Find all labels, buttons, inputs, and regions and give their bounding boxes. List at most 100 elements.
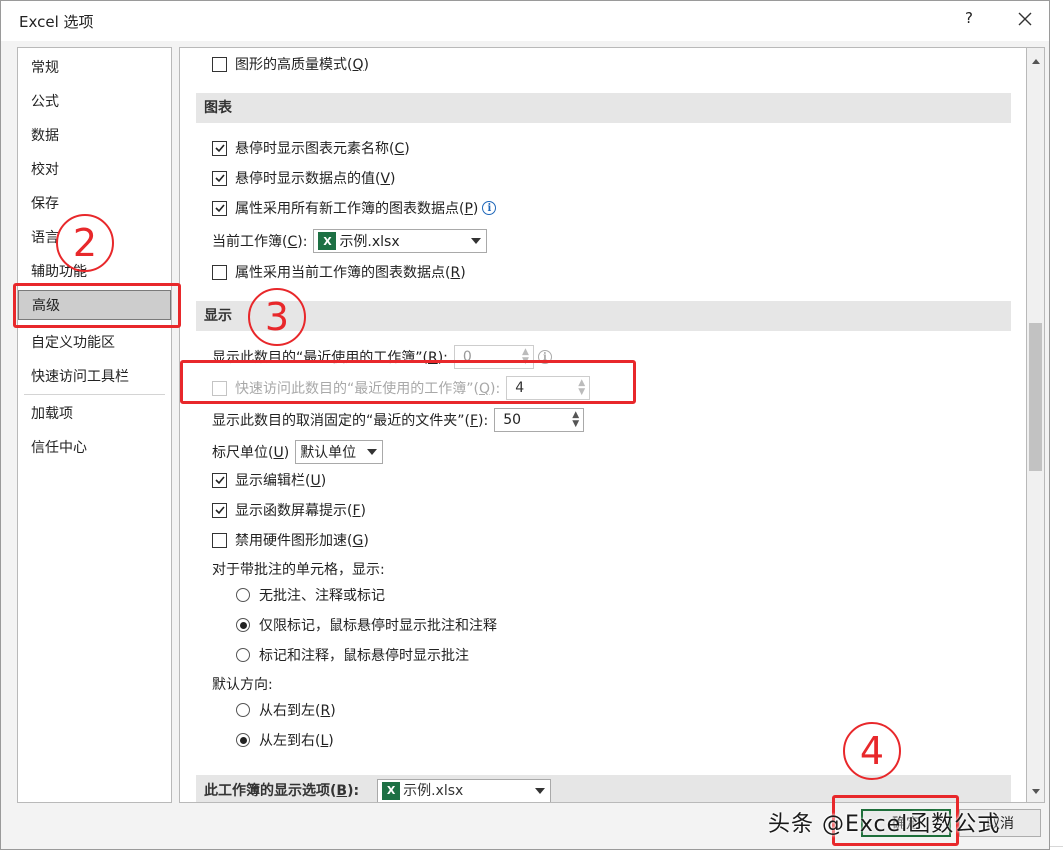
radio-indicators-only[interactable]: 仅限标记，鼠标悬停时显示批注和注释 [236, 614, 497, 636]
sidebar-item-customize-ribbon[interactable]: 自定义功能区 [18, 328, 171, 358]
chevron-down-icon [535, 788, 546, 794]
sidebar-item-formulas[interactable]: 公式 [18, 87, 171, 117]
dialog-title: Excel 选项 [19, 13, 94, 31]
option-label-suffix: ) [360, 503, 366, 519]
field-label-suffix: ): [297, 234, 308, 250]
section-accesskey: B [336, 783, 348, 799]
option-show-chart-element-names[interactable]: 悬停时显示图表元素名称(C) [212, 137, 410, 159]
checkbox-checked[interactable] [212, 502, 227, 518]
ruler-units-dropdown[interactable]: 默认单位 [295, 440, 384, 464]
radio-unselected[interactable] [236, 703, 250, 717]
chevron-down-icon [367, 449, 378, 455]
checkmark-icon [214, 204, 225, 213]
sidebar-item-general[interactable]: 常规 [18, 53, 171, 83]
option-label-suffix: ) [390, 171, 396, 187]
sidebar-divider [24, 394, 165, 395]
option-label-suffix: ) [363, 57, 369, 73]
group-label: 对于带批注的单元格，显示: [212, 562, 385, 578]
option-label: 显示函数屏幕提示( [235, 503, 353, 519]
current-workbook-dropdown[interactable]: X 示例.xlsx [313, 229, 488, 253]
ruler-units-row: 标尺单位(U) 默认单位 [212, 439, 384, 465]
help-button[interactable]: ? [959, 9, 979, 31]
spinner-value: 50 [503, 412, 522, 428]
option-show-formula-bar[interactable]: 显示编辑栏(U) [212, 469, 326, 491]
annotation-step-4: 4 [843, 722, 901, 780]
checkbox-checked[interactable] [212, 170, 227, 186]
option-label: 悬停时显示图表元素名称( [235, 141, 395, 157]
annotation-step-2: 2 [56, 214, 114, 272]
sidebar-nav: 常规 公式 数据 校对 保存 语言 辅助功能 高级 自定义功能区 快速访问工具栏… [17, 47, 172, 803]
option-label: 悬停时显示数据点的值( [235, 171, 381, 187]
checkmark-icon [214, 174, 225, 183]
checkmark-icon [214, 144, 225, 153]
scroll-thumb[interactable] [1029, 323, 1042, 471]
option-accesskey: R [450, 265, 461, 281]
option-high-quality-graphics[interactable]: 图形的高质量模式(Q) [212, 53, 369, 75]
radio-selected[interactable] [236, 618, 250, 632]
checkbox-checked[interactable] [212, 200, 227, 216]
workbook-display-dropdown[interactable]: X 示例.xlsx [377, 779, 552, 802]
sidebar-item-save[interactable]: 保存 [18, 189, 171, 219]
option-show-data-point-values[interactable]: 悬停时显示数据点的值(V) [212, 167, 396, 189]
sidebar-item-trust-center[interactable]: 信任中心 [18, 433, 171, 463]
info-icon[interactable]: i [482, 201, 497, 215]
option-show-function-screentips[interactable]: 显示函数屏幕提示(F) [212, 499, 366, 521]
chevron-down-icon [471, 238, 482, 244]
checkbox-unchecked[interactable] [212, 532, 227, 548]
option-accesskey: G [352, 533, 364, 549]
field-label-suffix: ): [478, 413, 489, 429]
close-button[interactable] [1013, 7, 1037, 31]
field-label-suffix: ) [283, 445, 290, 461]
checkbox-checked[interactable] [212, 472, 227, 488]
checkbox-unchecked[interactable] [212, 56, 227, 72]
excel-options-dialog: Excel 选项 ? 常规 公式 数据 校对 保存 语言 辅助功能 高级 自定义… [0, 0, 1050, 850]
radio-left-to-right[interactable]: 从左到右(L) [236, 729, 334, 751]
radio-unselected[interactable] [236, 588, 250, 602]
default-direction-label: 默认方向: [212, 673, 273, 695]
scroll-down-button[interactable] [1027, 783, 1044, 800]
radio-label: 仅限标记，鼠标悬停时显示批注和注释 [259, 618, 497, 634]
field-accesskey: U [273, 445, 284, 461]
annotation-highlight-advanced [13, 283, 181, 328]
chevron-down-icon [1031, 788, 1040, 794]
section-title-suffix: ): [347, 783, 360, 799]
radio-unselected[interactable] [236, 648, 250, 662]
option-label: 属性采用当前工作簿的图表数据点( [235, 265, 451, 281]
radio-no-comments[interactable]: 无批注、注释或标记 [236, 584, 385, 606]
option-label: 图形的高质量模式( [235, 57, 353, 73]
option-label: 禁用硬件图形加速( [235, 533, 353, 549]
radio-indicators-and-comments[interactable]: 标记和注释，鼠标悬停时显示批注 [236, 644, 469, 666]
option-accesskey: P [464, 201, 473, 217]
current-workbook-row: 当前工作簿(C): X 示例.xlsx [212, 228, 488, 254]
option-properties-current-workbook[interactable]: 属性采用当前工作簿的图表数据点(R) [212, 261, 466, 283]
excel-file-icon: X [382, 782, 401, 800]
excel-background-edge [1049, 0, 1063, 856]
content-scrollbar[interactable] [1027, 47, 1045, 803]
checkbox-unchecked[interactable] [212, 264, 227, 280]
checkbox-checked[interactable] [212, 140, 227, 156]
titlebar: Excel 选项 ? [1, 1, 1049, 41]
dropdown-value: 默认单位 [300, 445, 357, 461]
field-label: 显示此数目的取消固定的“最近的文件夹”( [212, 413, 470, 429]
radio-label: 从左到右( [259, 733, 321, 749]
option-accesskey: U [310, 473, 321, 489]
chevron-up-icon [1031, 58, 1040, 64]
comments-display-label: 对于带批注的单元格，显示: [212, 558, 385, 580]
annotation-step-3: 3 [248, 288, 306, 346]
option-disable-hw-acceleration[interactable]: 禁用硬件图形加速(G) [212, 529, 369, 551]
radio-selected[interactable] [236, 733, 250, 747]
scroll-up-button[interactable] [1027, 52, 1044, 69]
excel-file-icon: X [318, 232, 337, 250]
unpinned-folders-spinner[interactable]: 50 ▲ ▼ [494, 408, 585, 432]
spin-down-icon[interactable]: ▼ [572, 420, 579, 429]
option-accesskey: F [352, 503, 361, 519]
dropdown-value: 示例.xlsx [403, 783, 464, 799]
sidebar-item-quick-access-toolbar[interactable]: 快速访问工具栏 [18, 362, 171, 392]
sidebar-item-data[interactable]: 数据 [18, 121, 171, 151]
radio-right-to-left[interactable]: 从右到左(R) [236, 699, 336, 721]
sidebar-item-addins[interactable]: 加载项 [18, 399, 171, 429]
option-accesskey: Q [352, 57, 364, 73]
option-properties-all-new-workbooks[interactable]: 属性采用所有新工作簿的图表数据点(P) i [212, 197, 497, 219]
sidebar-item-proofing[interactable]: 校对 [18, 155, 171, 185]
option-accesskey: V [380, 171, 391, 187]
